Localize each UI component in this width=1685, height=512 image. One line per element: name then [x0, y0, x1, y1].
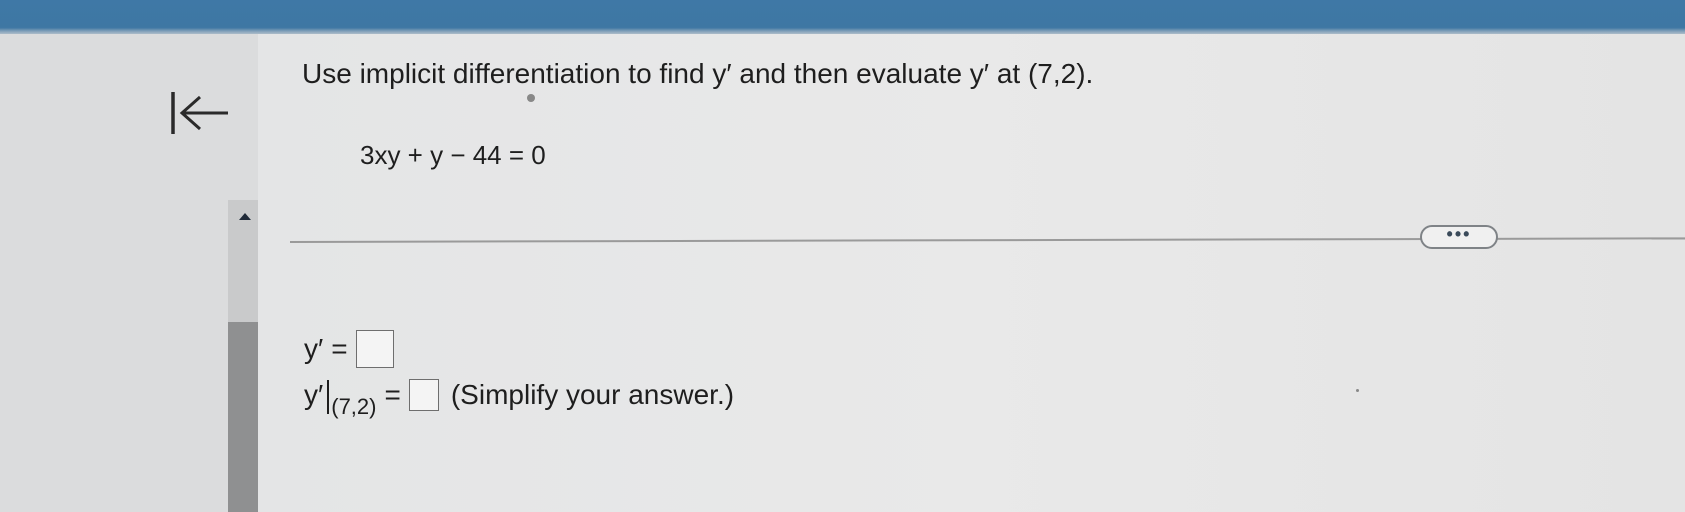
screenshot: Use implicit differentiation to find y′ …: [0, 0, 1685, 512]
equals-sign: =: [384, 379, 401, 410]
ellipsis-icon: •••: [1446, 224, 1472, 244]
scroll-up-button[interactable]: [228, 208, 261, 224]
equals-sign: =: [331, 333, 348, 364]
derivative-answer-row: y′ =: [304, 330, 394, 368]
evaluated-label: y′: [304, 379, 324, 410]
derivative-label: y′: [304, 333, 324, 364]
equation: 3xy + y − 44 = 0: [360, 140, 546, 170]
evaluation-point: (7,2): [331, 394, 377, 419]
back-to-start-button[interactable]: [170, 88, 232, 138]
evaluated-answer-input[interactable]: [408, 379, 439, 411]
question-content-area: [258, 34, 1685, 512]
screen-speck: [1356, 389, 1359, 392]
evaluation-bar: [327, 380, 330, 414]
question-text: Use implicit differentiation to find y′ …: [302, 58, 1094, 89]
simplify-hint: (Simplify your answer.): [450, 379, 735, 410]
caret-up-icon: [239, 213, 251, 220]
evaluated-answer-row: y′ (7,2) = (Simplify your answer.): [304, 378, 735, 419]
screen-speck: [527, 94, 535, 102]
arrow-left-bar-icon: [171, 92, 228, 134]
show-more-button[interactable]: •••: [1420, 225, 1498, 249]
scrollbar-thumb[interactable]: [228, 322, 261, 512]
derivative-answer-input[interactable]: [355, 330, 394, 368]
